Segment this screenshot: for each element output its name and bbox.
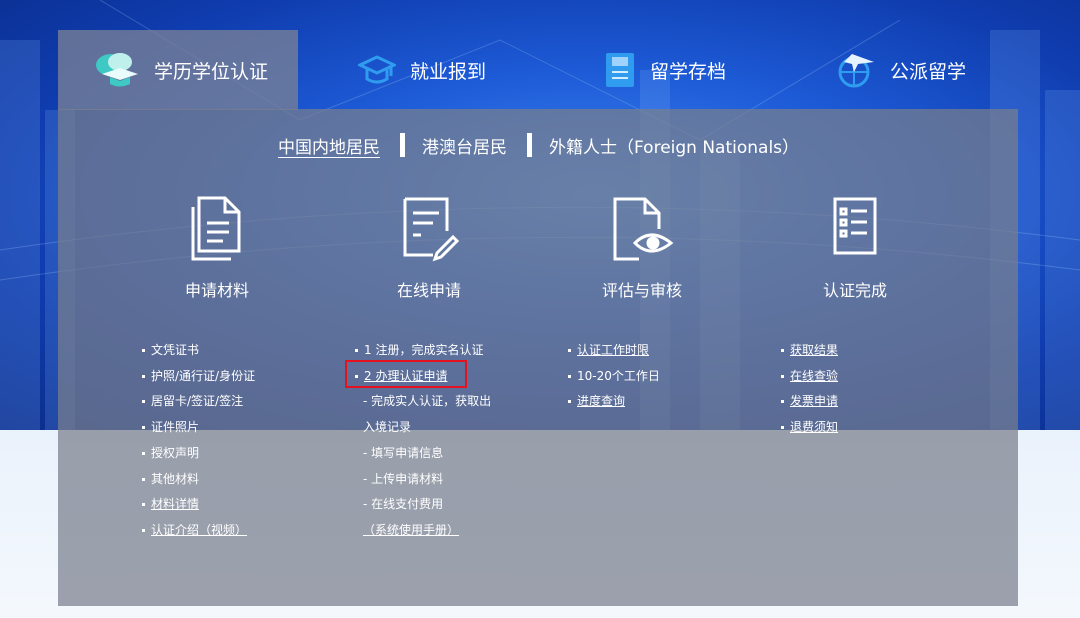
materials-details-link[interactable]: 材料详情 (142, 492, 255, 518)
certification-video-link[interactable]: 认证介绍（视频） (142, 518, 255, 544)
divider (527, 133, 532, 157)
tab-label: 公派留学 (890, 60, 967, 83)
progress-query-link[interactable]: 进度查询 (568, 389, 660, 415)
list-item: 10-20个工作日 (568, 364, 660, 390)
tab-public-study-abroad[interactable]: 公派留学 (834, 30, 966, 110)
tab-label: 学历学位认证 (154, 60, 269, 83)
region-mainland[interactable]: 中国内地居民 (278, 133, 380, 158)
list-item: 居留卡/签证/签注 (142, 389, 255, 415)
graduation-cap-icon (94, 52, 140, 88)
sub-step: - 完成实人认证，获取出 (363, 394, 492, 409)
service-tabs: 学历学位认证 就业报到 留学存档 公派留学 (58, 30, 1018, 110)
highlight-box (345, 360, 467, 388)
globe-plane-icon (834, 50, 876, 90)
complete-list: 获取结果 在线查验 发票申请 退费须知 (781, 338, 838, 441)
checklist-icon (765, 195, 945, 267)
step-label: 在线申请 (396, 281, 461, 300)
list-item: 授权声明 (142, 441, 255, 467)
region-foreign-nationals[interactable]: 外籍人士（Foreign Nationals） (549, 133, 799, 158)
materials-list: 文凭证书 护照/通行证/身份证 居留卡/签证/签注 证件照片 授权声明 其他材料… (142, 338, 255, 544)
step-label: 评估与审核 (601, 281, 682, 300)
step-online-application: 在线申请 (339, 195, 519, 301)
sub-step: - 在线支付费用 (363, 497, 444, 512)
list-item: 文凭证书 (142, 338, 255, 364)
step-certification-complete: 认证完成 (765, 195, 945, 301)
tab-employment-report[interactable]: 就业报到 (358, 30, 486, 110)
step-assessment-review: 评估与审核 (552, 195, 732, 301)
region-selector: 中国内地居民 港澳台居民 外籍人士（Foreign Nationals） (278, 132, 799, 158)
list-item: 其他材料 (142, 467, 255, 493)
documents-icon (127, 195, 307, 267)
archive-file-icon (604, 51, 636, 89)
refund-notice-link[interactable]: 退费须知 (781, 415, 838, 441)
invoice-request-link[interactable]: 发票申请 (781, 389, 838, 415)
tab-degree-certification[interactable]: 学历学位认证 (58, 30, 298, 110)
sub-step: 入境记录 (363, 420, 412, 435)
tab-label: 留学存档 (650, 60, 727, 83)
divider (400, 133, 405, 157)
list-item: 护照/通行证/身份证 (142, 364, 255, 390)
system-manual-link[interactable]: （系统使用手册） (355, 518, 491, 544)
region-hk-macao-taiwan[interactable]: 港澳台居民 (422, 133, 507, 158)
mortarboard-icon (358, 52, 396, 88)
work-time-limit-link[interactable]: 认证工作时限 (568, 338, 660, 364)
list-item: 证件照片 (142, 415, 255, 441)
step-application-materials: 申请材料 (127, 195, 307, 301)
tab-label: 就业报到 (410, 60, 487, 83)
online-verify-link[interactable]: 在线查验 (781, 364, 838, 390)
sub-step: - 填写申请信息 (363, 445, 444, 460)
sub-step: - 上传申请材料 (363, 471, 444, 486)
edit-form-icon (339, 195, 519, 267)
tab-study-abroad-archive[interactable]: 留学存档 (604, 30, 726, 110)
review-list: 认证工作时限 10-20个工作日 进度查询 (568, 338, 660, 415)
file-eye-icon (552, 195, 732, 267)
get-result-link[interactable]: 获取结果 (781, 338, 838, 364)
step-label: 申请材料 (184, 281, 249, 300)
step-label: 认证完成 (822, 281, 887, 300)
